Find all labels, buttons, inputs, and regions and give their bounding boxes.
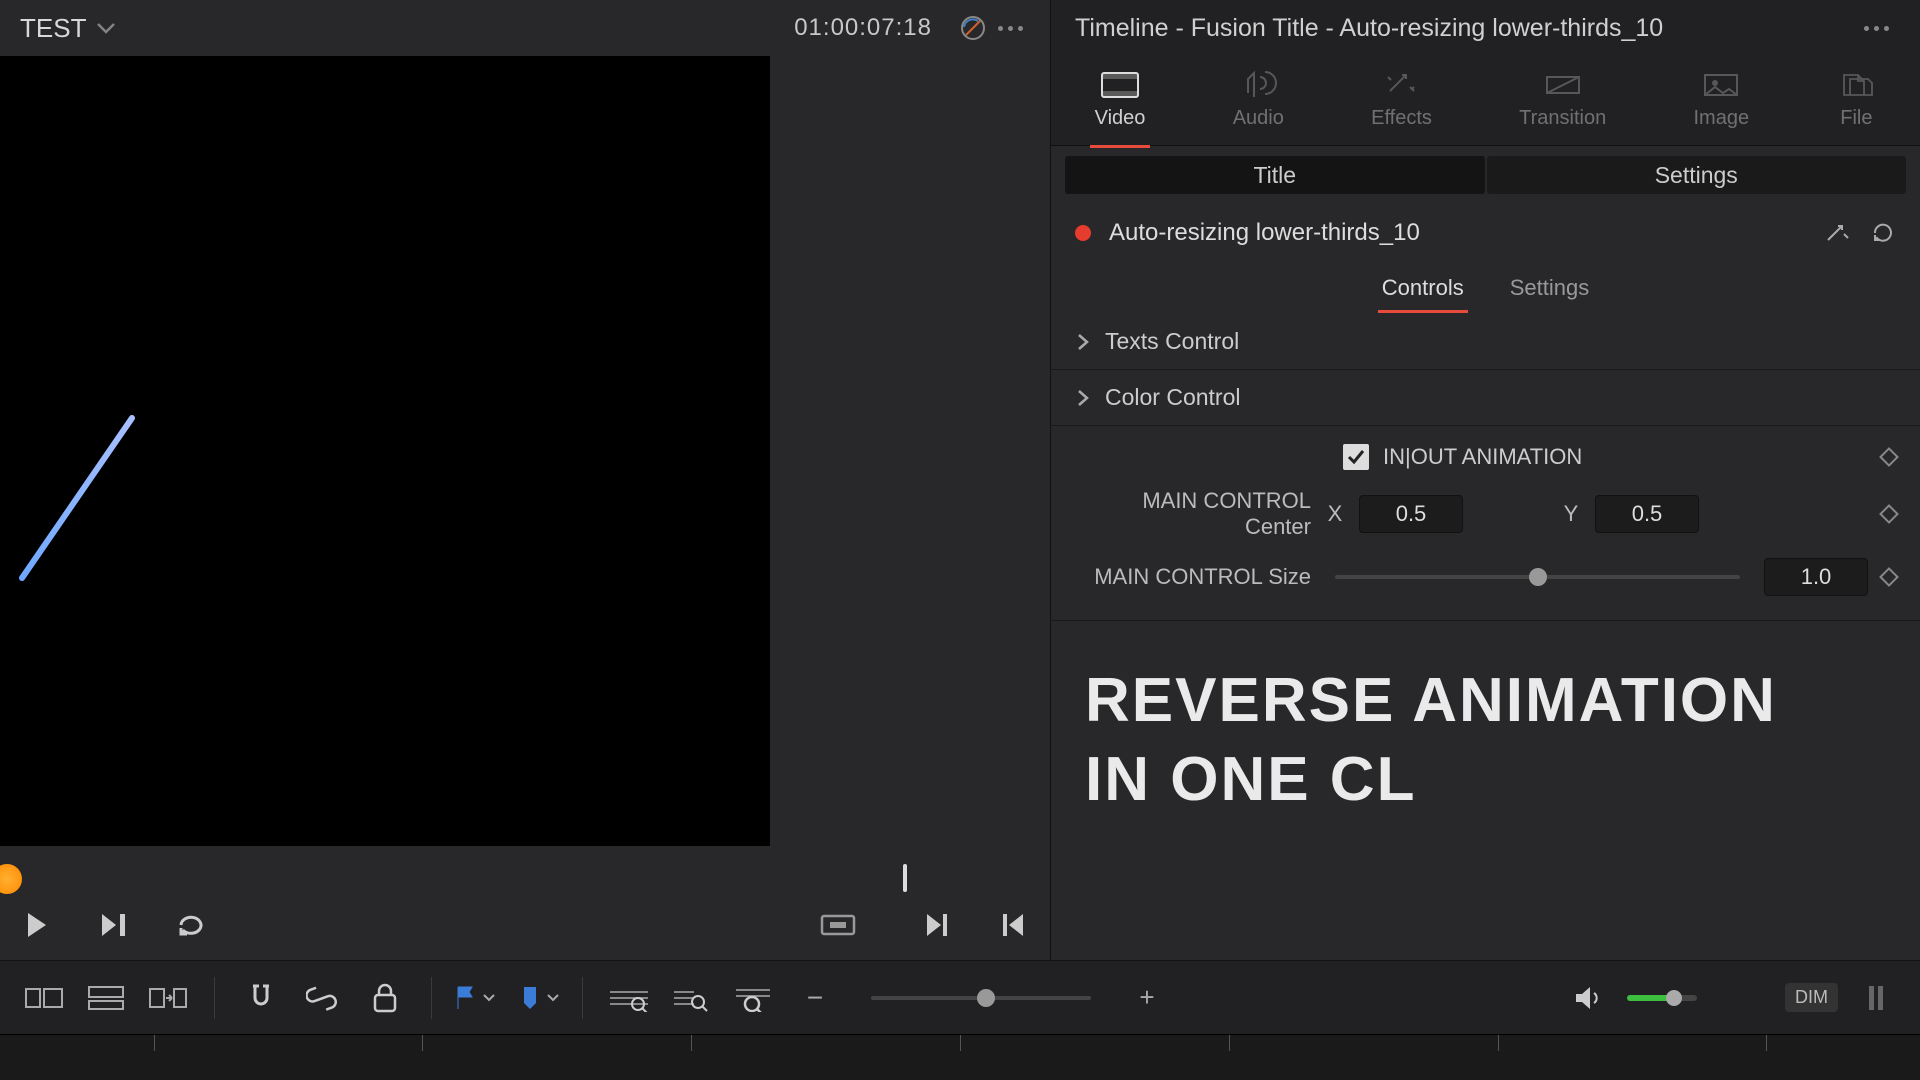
volume-knob[interactable] (1666, 990, 1682, 1006)
zoom-out-icon[interactable]: − (791, 974, 839, 1022)
minitab-controls[interactable]: Controls (1378, 269, 1468, 307)
go-to-next-button[interactable] (914, 903, 958, 947)
match-frame-button[interactable] (816, 903, 860, 947)
tab-effects[interactable]: Effects (1359, 63, 1444, 138)
subtab-title[interactable]: Title (1065, 156, 1485, 194)
effects-icon (1382, 71, 1422, 99)
inspector-options-menu[interactable] (1856, 26, 1896, 31)
marker-dropdown[interactable] (520, 985, 560, 1011)
viewer-options-menu[interactable] (990, 26, 1030, 31)
reset-icon[interactable] (1870, 220, 1896, 246)
snap-icon[interactable] (237, 974, 285, 1022)
overlay-caption: REVERSE ANIMATION IN ONE CL (1051, 621, 1920, 860)
go-to-prev-button[interactable] (992, 903, 1036, 947)
y-axis-label: Y (1561, 501, 1581, 527)
node-name-label: Auto-resizing lower-thirds_10 (1109, 219, 1420, 247)
chevron-down-icon (546, 993, 560, 1003)
mute-icon[interactable] (1565, 974, 1613, 1022)
minitab-settings[interactable]: Settings (1506, 269, 1594, 307)
inout-animation-label: IN|OUT ANIMATION (1383, 444, 1582, 470)
size-label: MAIN CONTROL Size (1075, 564, 1311, 590)
tab-file[interactable]: File (1824, 63, 1888, 138)
inspector-title: Timeline - Fusion Title - Auto-resizing … (1075, 14, 1663, 43)
lock-icon[interactable] (361, 974, 409, 1022)
keyframe-diamond-anim[interactable] (1879, 447, 1899, 467)
viewer-canvas[interactable] (0, 56, 770, 846)
volume-slider[interactable] (1627, 995, 1697, 1001)
timeline-toolbar: − + DIM (0, 960, 1920, 1034)
image-icon (1701, 71, 1741, 99)
center-x-field[interactable]: 0.5 (1359, 495, 1463, 533)
tab-transition[interactable]: Transition (1507, 63, 1618, 138)
size-field[interactable]: 1.0 (1764, 558, 1868, 596)
main-controls: IN|OUT ANIMATION MAIN CONTROL Center X 0… (1051, 426, 1920, 621)
bypass-color-icon[interactable] (956, 11, 990, 45)
scrub-playhead[interactable] (903, 864, 907, 892)
play-button[interactable] (14, 903, 58, 947)
tab-image[interactable]: Image (1682, 63, 1762, 138)
inspector-subtabs: Title Settings (1051, 146, 1920, 204)
timeline-view-options-icon[interactable] (20, 974, 68, 1022)
clip-dropdown-chevron[interactable] (96, 21, 116, 35)
inspector-pane: Timeline - Fusion Title - Auto-resizing … (1050, 0, 1920, 960)
transport-controls (0, 890, 1050, 960)
zoom-slider-knob[interactable] (977, 989, 995, 1007)
subtab-settings[interactable]: Settings (1487, 156, 1907, 194)
marker-icon (520, 985, 540, 1011)
chevron-right-icon (1075, 388, 1091, 408)
inout-animation-checkbox[interactable] (1343, 444, 1369, 470)
link-icon[interactable] (299, 974, 347, 1022)
meters-icon[interactable] (1852, 974, 1900, 1022)
node-header: Auto-resizing lower-thirds_10 (1051, 204, 1920, 262)
zoom-detail-icon[interactable] (667, 974, 715, 1022)
zoom-slider[interactable] (871, 996, 1091, 1000)
flag-dropdown[interactable] (454, 985, 496, 1011)
open-fusion-icon[interactable] (1824, 220, 1852, 246)
viewer-pane: TEST 01:00:07:18 (0, 0, 1050, 960)
section-texts-control[interactable]: Texts Control (1051, 314, 1920, 370)
preview-line-graphic (12, 408, 142, 588)
audio-icon (1238, 71, 1278, 99)
keyframe-diamond-center[interactable] (1879, 504, 1899, 524)
transition-icon (1543, 71, 1583, 99)
zoom-custom-icon[interactable] (729, 974, 777, 1022)
chevron-down-icon (482, 993, 496, 1003)
inspector-header: Timeline - Fusion Title - Auto-resizing … (1051, 0, 1920, 56)
tab-audio[interactable]: Audio (1221, 63, 1296, 138)
file-icon (1836, 71, 1876, 99)
viewer-header: TEST 01:00:07:18 (0, 0, 1050, 56)
dim-button[interactable]: DIM (1785, 983, 1838, 1012)
viewer-timecode[interactable]: 01:00:07:18 (794, 14, 932, 42)
size-slider[interactable] (1335, 575, 1740, 579)
size-slider-knob[interactable] (1529, 568, 1547, 586)
tab-video[interactable]: Video (1083, 63, 1158, 138)
center-y-field[interactable]: 0.5 (1595, 495, 1699, 533)
node-status-dot[interactable] (1075, 225, 1091, 241)
section-color-control[interactable]: Color Control (1051, 370, 1920, 426)
x-axis-label: X (1325, 501, 1345, 527)
flag-icon (454, 985, 476, 1011)
keyframe-diamond-size[interactable] (1879, 567, 1899, 587)
video-icon (1100, 71, 1140, 99)
loop-button[interactable] (170, 903, 214, 947)
zoom-full-icon[interactable] (605, 974, 653, 1022)
next-frame-button[interactable] (92, 903, 136, 947)
center-label: MAIN CONTROL Center (1075, 488, 1311, 540)
inspector-tab-strip: Video Audio Effects Transition Image Fil… (1051, 56, 1920, 146)
viewer-scrub-bar[interactable] (0, 868, 1050, 890)
stacked-timeline-icon[interactable] (82, 974, 130, 1022)
viewer-canvas-area[interactable] (0, 56, 1050, 868)
sync-bin-icon[interactable] (144, 974, 192, 1022)
zoom-in-icon[interactable]: + (1123, 974, 1171, 1022)
chevron-right-icon (1075, 332, 1091, 352)
node-mini-tabs: Controls Settings (1051, 262, 1920, 314)
timeline-ruler[interactable] (0, 1034, 1920, 1080)
clip-name-label[interactable]: TEST (20, 13, 86, 44)
